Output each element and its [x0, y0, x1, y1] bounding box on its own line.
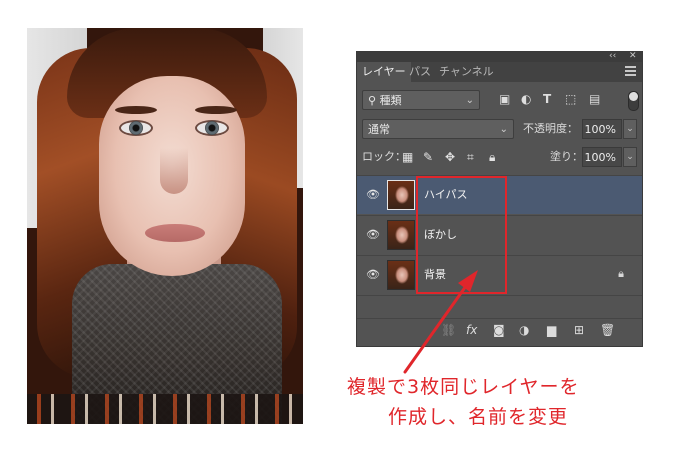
lips	[145, 224, 205, 242]
adjustment-filter-icon[interactable]: ◐	[521, 92, 531, 106]
blend-row: 通常 ⌄ 不透明度： 100% ⌄	[357, 119, 642, 141]
lock-all-icon[interactable]: 🔒︎	[489, 147, 495, 167]
right-eye	[195, 120, 229, 136]
opacity-field[interactable]: 100%	[582, 119, 622, 139]
fill-field[interactable]: 100%	[582, 147, 622, 167]
adjustment-icon[interactable]: ◑	[519, 323, 529, 337]
visibility-eye-icon[interactable]: 👁︎	[366, 268, 380, 281]
panel-title-bar: ‹‹ ✕	[357, 51, 642, 62]
folder-icon[interactable]: ▆	[547, 323, 556, 337]
fx-icon[interactable]: fx	[466, 323, 477, 337]
fill-label: 塗り：	[550, 150, 583, 163]
lock-transparent-icon[interactable]: ▦	[402, 147, 413, 167]
layer-thumbnail	[387, 260, 415, 290]
highlight-box	[416, 176, 507, 294]
panel-tabs: レイヤー パス チャンネル	[357, 62, 642, 82]
smart-object-filter-icon[interactable]: ▤	[589, 92, 600, 106]
link-icon[interactable]: ⛓	[441, 323, 456, 337]
filter-kind-dropdown[interactable]: ⚲ 種類 ⌄	[362, 90, 480, 110]
tab-paths[interactable]: パス	[404, 62, 436, 82]
type-filter-icon[interactable]: T	[543, 92, 551, 106]
chevron-down-icon: ⌄	[465, 95, 474, 106]
lock-row: ロック： ▦ ✎ ✥ ⌗ 🔒︎ 塗り： 100% ⌄	[357, 147, 642, 169]
visibility-eye-icon[interactable]: 👁︎	[366, 228, 380, 241]
chevron-down-icon: ⌄	[499, 124, 508, 135]
tab-channels[interactable]: チャンネル	[434, 62, 499, 82]
layer-thumbnail	[387, 180, 415, 210]
lock-label: ロック：	[362, 150, 406, 163]
opacity-label: 不透明度：	[523, 122, 578, 135]
blend-mode-value: 通常	[368, 123, 390, 136]
left-eye	[119, 120, 153, 136]
layers-footer: ⛓ fx ◙ ◑ ▆ ⊞ 🗑︎	[357, 318, 642, 346]
pixel-filter-icon[interactable]: ▣	[499, 92, 510, 106]
panel-menu-icon[interactable]	[625, 66, 636, 76]
search-icon: ⚲	[368, 94, 380, 107]
blend-mode-dropdown[interactable]: 通常 ⌄	[362, 119, 514, 139]
portrait-photo	[27, 28, 303, 424]
collapse-panel-button[interactable]: ‹‹	[609, 51, 616, 62]
visibility-eye-icon[interactable]: 👁︎	[366, 188, 380, 201]
annotation-line-2: 作成し、名前を変更	[388, 406, 569, 428]
lock-artboard-icon[interactable]: ⌗	[467, 147, 474, 167]
tab-layers[interactable]: レイヤー	[357, 62, 411, 82]
opacity-chevron-button[interactable]: ⌄	[623, 119, 637, 139]
trash-icon[interactable]: 🗑︎	[600, 323, 615, 337]
lock-position-icon[interactable]: ✥	[445, 147, 455, 167]
shape-filter-icon[interactable]: ⬚	[565, 92, 576, 106]
close-panel-button[interactable]: ✕	[629, 51, 637, 62]
filter-toggle[interactable]	[628, 91, 639, 111]
fill-chevron-button[interactable]: ⌄	[623, 147, 637, 167]
filter-row: ⚲ 種類 ⌄ ▣ ◐ T ⬚ ▤	[357, 90, 642, 112]
annotation-line-1: 複製で3枚同じレイヤーを	[347, 376, 580, 398]
filter-kind-label: 種類	[379, 94, 402, 107]
new-layer-icon[interactable]: ⊞	[574, 323, 584, 337]
layer-thumbnail	[387, 220, 415, 250]
sweater-pattern	[27, 394, 303, 424]
mask-icon[interactable]: ◙	[493, 323, 505, 337]
lock-paint-icon[interactable]: ✎	[423, 147, 433, 167]
lock-icon: 🔒︎	[618, 267, 624, 280]
